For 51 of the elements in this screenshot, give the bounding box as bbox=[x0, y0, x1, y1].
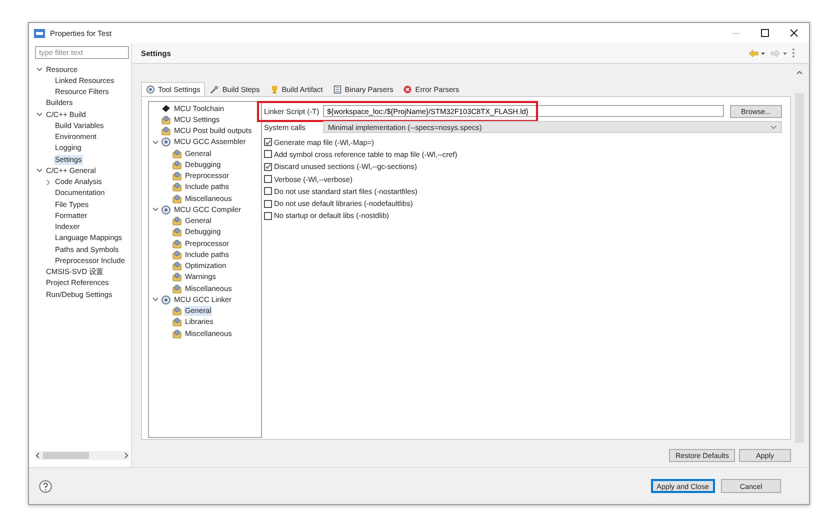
scroll-left-icon[interactable] bbox=[35, 452, 41, 459]
forward-arrow-icon[interactable] bbox=[770, 48, 788, 58]
gear-icon bbox=[161, 204, 171, 215]
chevron-down-icon[interactable] bbox=[152, 296, 159, 304]
checkbox[interactable] bbox=[264, 175, 272, 184]
settings-page-icon bbox=[172, 261, 182, 272]
dropdown-caret-icon[interactable] bbox=[770, 124, 777, 130]
wrench-icon bbox=[210, 85, 220, 94]
checkbox[interactable] bbox=[264, 150, 272, 158]
settings-page-icon bbox=[172, 272, 182, 282]
settings-page-icon bbox=[172, 306, 182, 316]
settings-page-icon bbox=[172, 317, 182, 328]
settings-page-icon bbox=[161, 126, 171, 136]
gear-icon bbox=[146, 85, 155, 94]
checkbox[interactable] bbox=[264, 162, 272, 171]
settings-page-icon bbox=[172, 284, 182, 294]
gear-icon bbox=[161, 294, 171, 305]
gear-icon bbox=[161, 137, 171, 148]
settings-page-icon bbox=[172, 216, 182, 226]
checkbox[interactable] bbox=[264, 138, 272, 146]
app-icon bbox=[34, 28, 45, 38]
settings-page-icon bbox=[172, 328, 182, 339]
close-icon[interactable] bbox=[789, 28, 799, 38]
checkbox[interactable] bbox=[264, 212, 272, 220]
horizontal-scrollbar[interactable] bbox=[35, 451, 129, 460]
document-icon bbox=[332, 85, 342, 94]
settings-page-icon bbox=[172, 250, 182, 260]
more-options-icon[interactable] bbox=[792, 48, 795, 58]
settings-page-icon bbox=[172, 238, 182, 249]
settings-page-icon bbox=[172, 171, 182, 182]
settings-page-icon bbox=[172, 227, 182, 238]
chevron-down-icon[interactable] bbox=[36, 66, 43, 74]
scroll-up-icon[interactable] bbox=[796, 70, 802, 75]
chevron-down-icon[interactable] bbox=[36, 167, 43, 174]
chevron-down-icon[interactable] bbox=[36, 111, 43, 118]
checkbox[interactable] bbox=[264, 200, 272, 208]
back-arrow-icon[interactable] bbox=[748, 48, 766, 58]
error-icon bbox=[403, 85, 412, 94]
help-icon[interactable] bbox=[39, 480, 52, 492]
chevron-right-icon[interactable] bbox=[45, 178, 52, 186]
settings-page-icon bbox=[172, 160, 182, 170]
chevron-down-icon[interactable] bbox=[152, 206, 159, 214]
trophy-icon bbox=[270, 85, 279, 94]
settings-page-icon bbox=[172, 182, 182, 192]
settings-page-icon bbox=[161, 114, 171, 125]
settings-page-icon bbox=[172, 148, 182, 159]
chevron-down-icon[interactable] bbox=[152, 138, 159, 146]
settings-page-icon bbox=[172, 194, 182, 204]
scroll-right-icon[interactable] bbox=[123, 452, 129, 459]
maximize-icon[interactable] bbox=[760, 28, 770, 38]
checkbox[interactable] bbox=[264, 187, 272, 196]
